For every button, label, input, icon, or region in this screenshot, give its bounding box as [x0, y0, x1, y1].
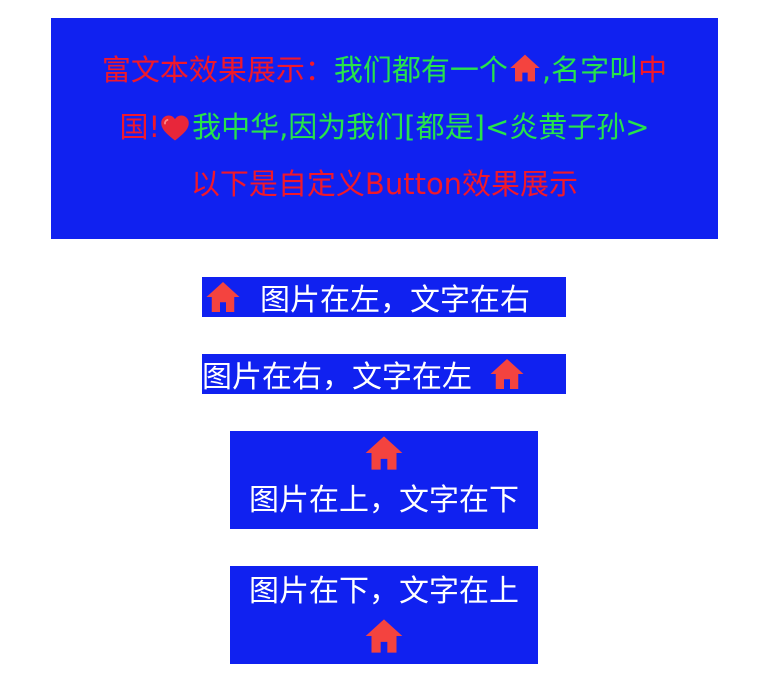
- image-top-button[interactable]: 图片在上，文字在下: [230, 431, 538, 529]
- rich-text-line-1: 富文本效果展示：我们都有一个 ,名字叫中: [51, 42, 718, 99]
- house-icon: [365, 436, 403, 470]
- rich-text-line-2: 国! 我中华,因为我们[都是]<炎黄子孙>: [51, 99, 718, 156]
- rich-text-red-segment: 中: [638, 53, 668, 87]
- rich-text-line-3: 以下是自定义Button效果展示: [190, 167, 579, 201]
- image-right-button[interactable]: 图片在右，文字在左: [202, 354, 566, 395]
- rich-text-green-segment-2: ,名字叫: [541, 53, 639, 87]
- button-label: 图片在左，文字在右: [260, 283, 530, 318]
- rich-text-box: 富文本效果展示：我们都有一个 ,名字叫中 国! 我中华,因为我们[都是]<炎黄子孙>…: [51, 18, 718, 239]
- button-label: 图片在右，文字在左: [202, 360, 472, 395]
- image-bottom-button[interactable]: 图片在下，文字在上: [230, 566, 538, 664]
- button-label: 图片在下，文字在上: [249, 574, 519, 609]
- house-icon: [490, 359, 524, 389]
- house-icon: [365, 619, 403, 653]
- rich-text-red-segment-2: 国!: [119, 110, 161, 144]
- house-icon: [510, 54, 540, 82]
- heart-icon: [161, 115, 189, 141]
- rich-text-green-segment: 我们都有一个: [333, 53, 508, 87]
- rich-text-green-segment-3: 我中华,因为我们[都是]<炎黄子孙>: [192, 110, 650, 144]
- house-icon: [206, 282, 240, 312]
- rich-text-title: 富文本效果展示：: [101, 53, 334, 87]
- button-label: 图片在上，文字在下: [249, 483, 519, 518]
- image-left-button[interactable]: 图片在左，文字在右: [202, 277, 566, 318]
